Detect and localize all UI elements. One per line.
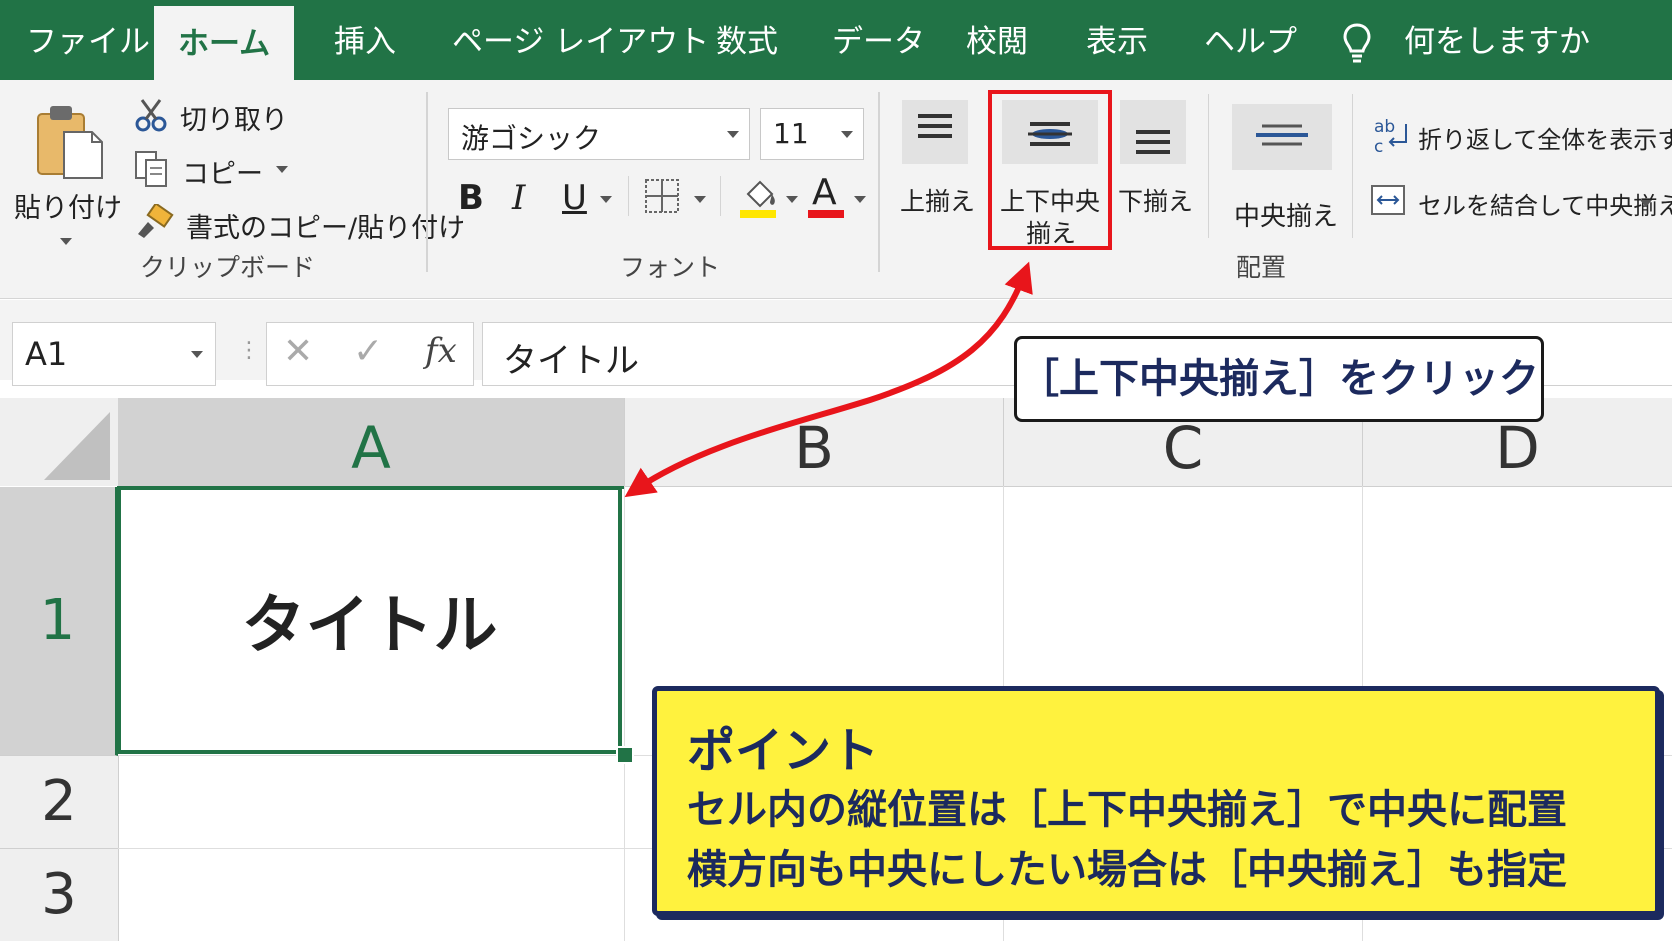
point-line-1: セル内の縦位置は［上下中央揃え］で中央に配置 — [687, 787, 1567, 833]
align-center-button[interactable] — [1232, 104, 1332, 170]
paste-icon[interactable] — [34, 102, 106, 180]
font-color-swatch — [808, 210, 844, 218]
font-color-button[interactable]: A — [812, 172, 837, 213]
format-painter-icon — [138, 204, 174, 238]
separator — [720, 176, 721, 216]
separator — [1352, 94, 1353, 238]
paste-button[interactable]: 貼り付け — [14, 186, 122, 225]
row-header-2[interactable]: 2 — [0, 756, 119, 849]
wrap-text-button[interactable]: 折り返して全体を表示する — [1418, 120, 1672, 155]
formula-input-value: タイトル — [503, 341, 639, 381]
tab-view[interactable]: 表示 — [1086, 0, 1148, 80]
insert-function-icon[interactable]: fx — [425, 331, 457, 371]
select-all-corner[interactable] — [0, 398, 118, 486]
group-separator — [426, 92, 428, 272]
tab-formulas[interactable]: 数式 — [716, 0, 778, 80]
align-top-label: 上揃え — [900, 187, 976, 216]
chevron-down-icon — [191, 351, 203, 358]
click-instruction-callout: ［上下中央揃え］をクリック — [1014, 336, 1544, 422]
tab-insert[interactable]: 挿入 — [334, 0, 396, 80]
chevron-down-icon — [841, 131, 853, 138]
copy-icon — [135, 151, 167, 187]
formula-buttons: ✕ ✓ fx — [266, 322, 474, 386]
name-box[interactable]: A1 — [12, 322, 216, 386]
align-top-icon — [918, 114, 952, 138]
chevron-down-icon — [727, 131, 739, 138]
underline-dropdown-arrow[interactable] — [600, 196, 612, 203]
copy-dropdown-arrow[interactable] — [276, 166, 288, 173]
font-name-combo[interactable]: 游ゴシック — [448, 108, 750, 160]
tell-me-search[interactable]: 何をしますか — [1404, 0, 1590, 80]
point-line-2: 横方向も中央にしたい場合は［中央揃え］も指定 — [687, 847, 1567, 893]
scissors-icon — [135, 99, 167, 132]
align-center-label: 中央揃え — [1234, 202, 1339, 232]
borders-dropdown-arrow[interactable] — [694, 196, 706, 203]
point-heading: ポイント — [687, 723, 880, 779]
svg-text:ab: ab — [1374, 117, 1395, 137]
cell-A1[interactable]: タイトル — [117, 486, 622, 754]
column-header-A[interactable]: A — [118, 398, 625, 489]
format-painter-button[interactable]: 書式のコピー/貼り付け — [186, 206, 465, 245]
cut-button[interactable]: 切り取り — [180, 98, 288, 137]
align-bottom-label: 下揃え — [1118, 187, 1194, 216]
tab-review[interactable]: 校閲 — [966, 0, 1028, 80]
italic-button[interactable]: I — [512, 178, 525, 218]
tab-data[interactable]: データ — [832, 0, 925, 80]
cell-A1-text: タイトル — [241, 589, 498, 663]
formula-bar-dots: ⋮ — [238, 338, 260, 363]
alignment-group-label: 配置 — [1236, 253, 1287, 282]
separator — [628, 176, 629, 216]
align-top-button[interactable] — [902, 100, 968, 164]
align-bottom-icon — [1136, 130, 1170, 154]
wrap-text-icon[interactable]: ab c — [1372, 116, 1408, 156]
align-bottom-button[interactable] — [1120, 100, 1186, 164]
tab-home[interactable]: ホーム — [154, 6, 295, 82]
highlight-box — [988, 90, 1112, 250]
merge-center-button[interactable]: セルを結合して中央揃え — [1418, 186, 1672, 221]
tab-help[interactable]: ヘルプ — [1204, 0, 1297, 80]
svg-text:c: c — [1374, 137, 1383, 156]
ribbon-tab-bar: ファイル ホーム 挿入 ページ レイアウト 数式 データ 校閲 表示 ヘルプ 何… — [0, 0, 1672, 82]
font-name-value: 游ゴシック — [461, 122, 602, 155]
bold-button[interactable]: B — [458, 178, 484, 218]
paste-dropdown-arrow[interactable] — [60, 238, 72, 245]
tab-page-layout[interactable]: ページ レイアウト — [452, 0, 709, 80]
point-callout: ポイント セル内の縦位置は［上下中央揃え］で中央に配置 横方向も中央にしたい場合… — [652, 686, 1660, 916]
clipboard-group-label: クリップボード — [140, 253, 316, 282]
merge-dropdown-arrow[interactable] — [1640, 200, 1652, 207]
underline-button[interactable]: U — [562, 178, 587, 218]
name-box-value: A1 — [25, 335, 68, 373]
row-header-1[interactable]: 1 — [0, 487, 118, 756]
row-header-3[interactable]: 3 — [0, 849, 119, 941]
separator — [1208, 94, 1209, 238]
font-size-value: 11 — [773, 117, 809, 150]
borders-icon[interactable] — [644, 178, 680, 214]
cancel-icon[interactable]: ✕ — [283, 331, 313, 372]
tab-file[interactable]: ファイル — [26, 0, 150, 80]
align-center-icon — [1256, 124, 1308, 146]
fill-color-icon[interactable] — [738, 174, 778, 220]
fill-handle[interactable] — [616, 746, 634, 764]
font-size-combo[interactable]: 11 — [760, 108, 864, 160]
group-separator — [878, 92, 880, 272]
gridline — [624, 486, 625, 941]
font-color-dropdown-arrow[interactable] — [854, 196, 866, 203]
lightbulb-icon — [1343, 23, 1371, 63]
red-arrow — [624, 261, 1033, 498]
fill-color-dropdown-arrow[interactable] — [786, 196, 798, 203]
copy-button[interactable]: コピー — [182, 152, 263, 191]
enter-icon[interactable]: ✓ — [353, 331, 383, 372]
merge-center-icon[interactable] — [1370, 182, 1406, 218]
